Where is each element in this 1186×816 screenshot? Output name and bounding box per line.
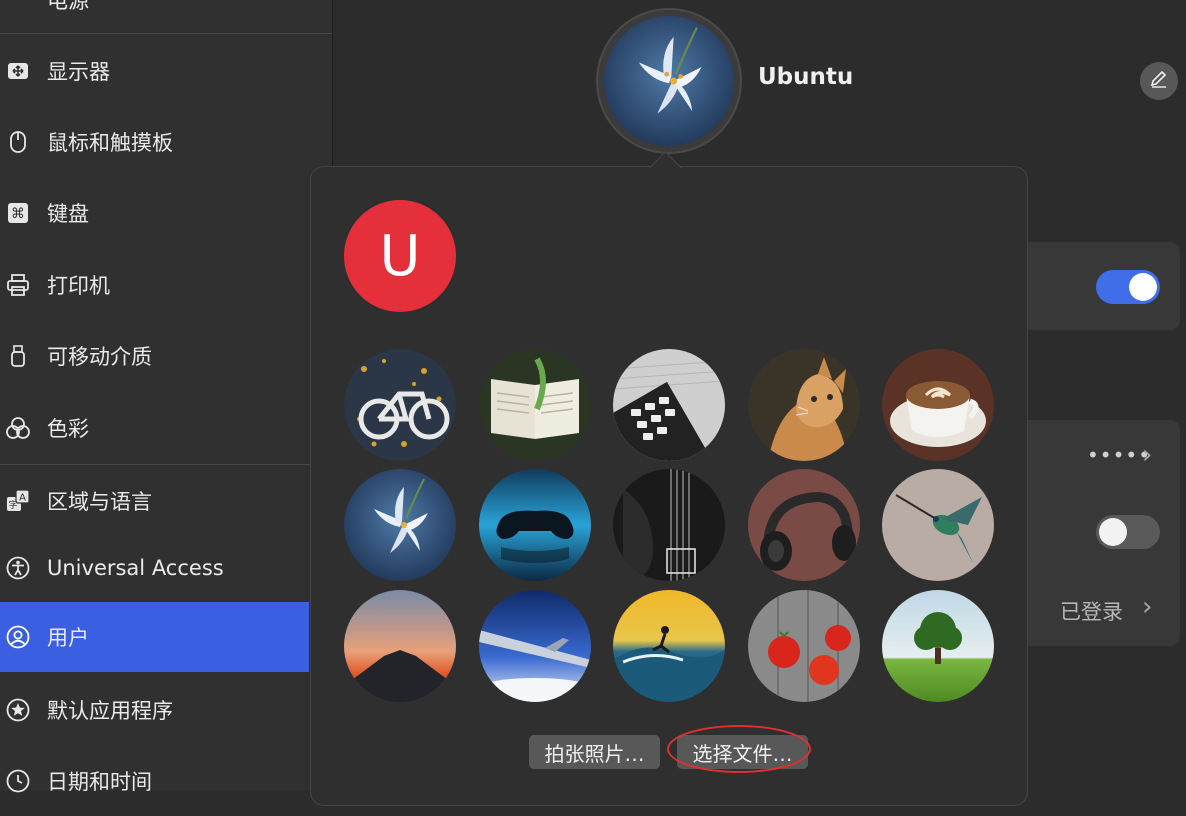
avatar-option-bicycle[interactable] <box>344 349 456 461</box>
sidebar-item-universal-access[interactable]: Universal Access <box>0 533 332 603</box>
avatar-option-tree[interactable] <box>882 590 994 702</box>
sidebar-item-date-time[interactable]: 日期和时间 <box>0 746 332 816</box>
avatar-option-hummingbird[interactable] <box>882 469 994 581</box>
avatar-option-gamepad[interactable] <box>479 469 591 581</box>
avatar-option-guitar[interactable] <box>613 469 725 581</box>
sidebar-item-mouse[interactable]: 鼠标和触摸板 <box>0 107 332 177</box>
sidebar-item-default-apps[interactable]: 默认应用程序 <box>0 675 332 745</box>
sidebar-item-display[interactable]: 显示器 <box>0 36 332 106</box>
sidebar-divider <box>0 33 332 34</box>
toggle-switch-off[interactable] <box>1096 515 1160 549</box>
sidebar-item-label: 日期和时间 <box>47 770 152 794</box>
sidebar-item-label: 键盘 <box>47 202 89 226</box>
letter-avatar-option[interactable]: U <box>344 200 456 312</box>
avatar-option-lily[interactable] <box>344 469 456 581</box>
sidebar-item-label: 默认应用程序 <box>47 699 173 723</box>
sidebar-item-label: Universal Access <box>47 556 224 580</box>
pencil-icon <box>1149 69 1169 93</box>
letter-avatar-text: U <box>379 223 421 289</box>
keyboard-icon: ⌘ <box>6 201 30 225</box>
chevron-right-icon[interactable]: › <box>1142 592 1152 622</box>
accessibility-icon <box>6 556 30 580</box>
user-icon <box>6 625 30 649</box>
printer-icon <box>6 273 30 297</box>
sidebar-item-label: 显示器 <box>47 60 110 84</box>
color-icon <box>6 416 30 440</box>
sidebar-divider <box>0 464 332 465</box>
login-status: 已登录 <box>1060 600 1123 624</box>
edit-name-button[interactable] <box>1140 62 1178 100</box>
toggle-knob <box>1099 518 1127 546</box>
mouse-icon <box>6 130 30 154</box>
sidebar-item-label: 可移动介质 <box>47 345 152 369</box>
sidebar: 电源 显示器 鼠标和触摸板 ⌘ 键盘 打印机 可移动介质 色彩 A 字 区域与语… <box>0 0 333 794</box>
display-icon <box>6 59 30 83</box>
avatar-option-plane-wing[interactable] <box>479 590 591 702</box>
default-apps-icon <box>6 698 30 722</box>
region-language-icon: A字 <box>6 489 30 513</box>
highlight-annotation <box>667 725 811 773</box>
chevron-right-icon[interactable]: › <box>1142 440 1152 470</box>
avatar-option-cat[interactable] <box>748 349 860 461</box>
toggle-knob <box>1129 273 1157 301</box>
svg-text:⌘: ⌘ <box>11 206 25 222</box>
sidebar-item-label: 鼠标和触摸板 <box>47 131 173 155</box>
avatar-option-book[interactable] <box>479 349 591 461</box>
power-icon <box>6 0 30 12</box>
user-name: Ubuntu <box>758 64 854 90</box>
avatar-option-calculator[interactable] <box>613 349 725 461</box>
avatar-option-coffee[interactable] <box>882 349 994 461</box>
sidebar-item-printer[interactable]: 打印机 <box>0 250 332 320</box>
avatar-option-tomatoes[interactable] <box>748 590 860 702</box>
avatar-option-surfer[interactable] <box>613 590 725 702</box>
removable-media-icon <box>6 344 30 368</box>
toggle-switch-on[interactable] <box>1096 270 1160 304</box>
svg-text:A: A <box>19 493 26 504</box>
sidebar-item-users[interactable]: 用户 <box>0 602 309 672</box>
avatar-option-mountain[interactable] <box>344 590 456 702</box>
avatar-option-headphones[interactable] <box>748 469 860 581</box>
sidebar-item-removable-media[interactable]: 可移动介质 <box>0 321 332 391</box>
sidebar-item-label: 色彩 <box>47 417 89 441</box>
sidebar-item-label: 电源 <box>47 0 89 13</box>
sidebar-item-power[interactable]: 电源 <box>0 0 332 35</box>
sidebar-item-label: 打印机 <box>47 274 110 298</box>
clock-icon <box>6 769 30 793</box>
sidebar-item-label: 用户 <box>47 626 89 650</box>
sidebar-item-region-language[interactable]: A字 区域与语言 <box>0 466 332 536</box>
sidebar-item-keyboard[interactable]: ⌘ 键盘 <box>0 178 332 248</box>
sidebar-item-label: 区域与语言 <box>47 490 152 514</box>
svg-text:字: 字 <box>8 499 17 511</box>
sidebar-item-color[interactable]: 色彩 <box>0 393 332 463</box>
user-avatar[interactable] <box>604 16 734 146</box>
take-photo-button[interactable]: 拍张照片… <box>529 735 660 769</box>
